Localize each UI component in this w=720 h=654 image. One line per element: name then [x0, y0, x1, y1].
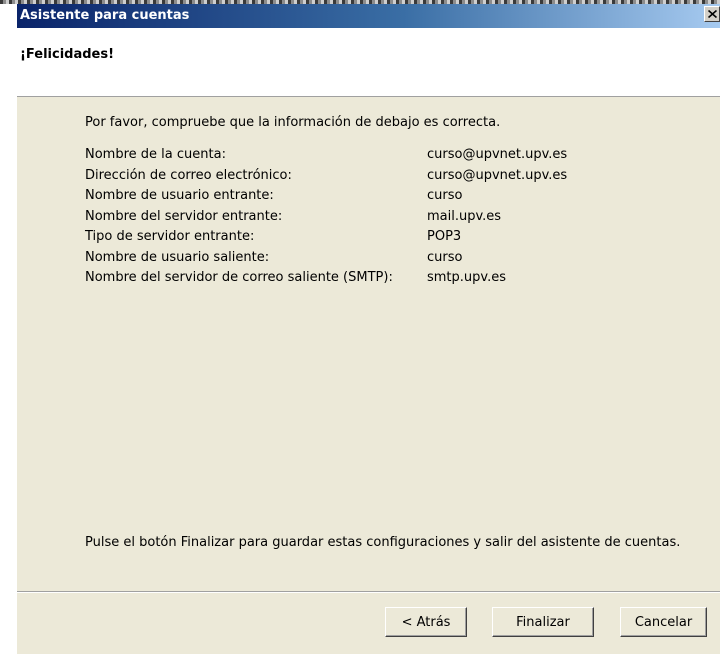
summary-row: Nombre del servidor entrante: mail.upv.e… [85, 209, 705, 230]
summary-value: curso [427, 188, 463, 203]
page: Asistente para cuentas ¡Felicidades! Por… [0, 0, 720, 654]
account-wizard-dialog: Asistente para cuentas ¡Felicidades! Por… [17, 4, 720, 654]
summary-value: POP3 [427, 229, 462, 244]
close-icon [708, 10, 717, 18]
instruction-text: Pulse el botón Finalizar para guardar es… [85, 535, 681, 550]
summary-label: Tipo de servidor entrante: [85, 229, 255, 244]
summary-label: Nombre de la cuenta: [85, 147, 226, 162]
intro-text: Por favor, compruebe que la información … [85, 115, 501, 130]
finish-button[interactable]: Finalizar [492, 607, 594, 637]
summary-label: Nombre de usuario entrante: [85, 188, 274, 203]
page-title: ¡Felicidades! [20, 47, 115, 62]
button-separator [17, 591, 720, 593]
summary-value: curso [427, 249, 463, 265]
summary-label: Nombre de usuario saliente: [85, 249, 270, 265]
summary-row: Tipo de servidor entrante: POP3 [85, 229, 705, 250]
summary-row: Nombre de la cuenta: curso@upvnet.upv.es [85, 147, 705, 168]
back-button[interactable]: < Atrás [385, 607, 467, 637]
summary-value: curso@upvnet.upv.es [427, 167, 568, 183]
summary-value: smtp.upv.es [427, 270, 506, 285]
summary-row: Dirección de correo electrónico: curso@u… [85, 168, 705, 189]
window-title: Asistente para cuentas [20, 8, 190, 23]
summary-row: Nombre del servidor de correo saliente (… [85, 270, 705, 291]
account-summary: Nombre de la cuenta: curso@upvnet.upv.es… [85, 147, 705, 291]
summary-value: curso@upvnet.upv.es [427, 147, 568, 162]
summary-value: mail.upv.es [427, 208, 502, 224]
cancel-button[interactable]: Cancelar [620, 607, 707, 637]
title-bar[interactable]: Asistente para cuentas [17, 4, 720, 28]
wizard-content: Por favor, compruebe que la información … [17, 97, 720, 590]
summary-row: Nombre de usuario entrante: curso [85, 188, 705, 209]
close-button[interactable] [704, 6, 720, 22]
summary-row: Nombre de usuario saliente: curso [85, 250, 705, 271]
summary-label: Nombre del servidor de correo saliente (… [85, 270, 393, 285]
wizard-header: ¡Felicidades! [17, 28, 720, 97]
summary-label: Dirección de correo electrónico: [85, 167, 292, 183]
summary-label: Nombre del servidor entrante: [85, 208, 283, 224]
